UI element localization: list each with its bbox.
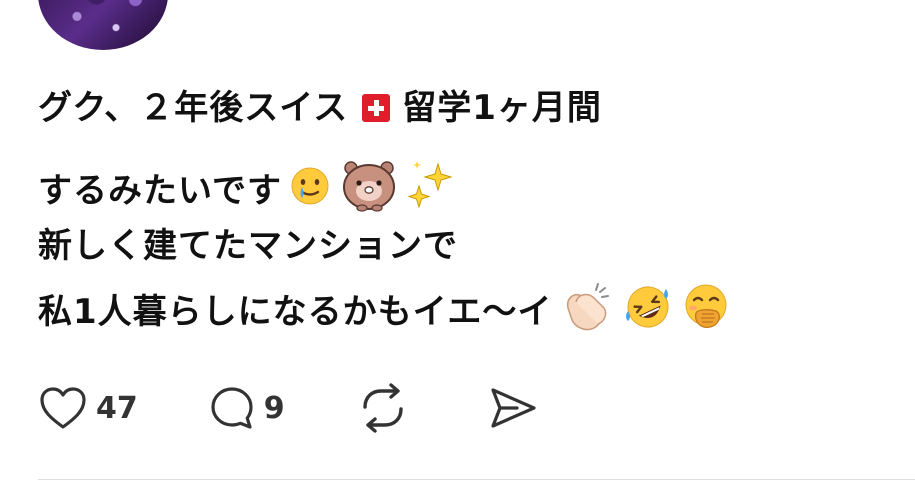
post-line-3-text: 新しく建てたマンションで [38, 225, 458, 266]
clapping-hands-emoji [558, 278, 616, 346]
post-line-1-text-after: 留学1ヶ月間 [402, 87, 602, 128]
post-line-1: グク、２年後スイス 留学1ヶ月間 [38, 82, 898, 134]
crying-smile-emoji [288, 164, 332, 218]
like-count: 47 [96, 390, 138, 426]
post-line-3: 新しく建てたマンションで [38, 224, 898, 268]
post-actions: 47 9 [38, 383, 609, 433]
like-button[interactable]: 47 [38, 385, 138, 431]
hamster-character-emoji [338, 157, 400, 225]
send-icon [487, 385, 539, 431]
reply-count: 9 [263, 390, 285, 426]
post-line-1-text-before: グク、２年後スイス [38, 87, 349, 128]
reply-button[interactable]: 9 [208, 384, 285, 432]
hand-over-mouth-emoji [680, 281, 732, 343]
swiss-flag-icon [362, 94, 391, 122]
post-line-4-text: 私1人暮らしになるかもイエ〜イ [38, 291, 553, 332]
comment-icon [208, 384, 256, 432]
share-button[interactable] [487, 385, 539, 431]
heart-icon [38, 385, 88, 431]
post-line-2: するみたいです [38, 161, 898, 214]
post-body: グク、２年後スイス 留学1ヶ月間 するみたいです 新しく建てたマンションで 私1… [38, 82, 898, 342]
post-line-4: 私1人暮らしになるかもイエ〜イ [38, 282, 898, 342]
rolling-laughing-emoji [622, 281, 674, 343]
repost-button[interactable] [357, 383, 409, 433]
sparkles-emoji [406, 158, 456, 224]
post-line-2-text: するみたいです [38, 170, 282, 211]
repost-icon [357, 383, 409, 433]
avatar[interactable] [38, 0, 168, 50]
post-divider [38, 479, 915, 480]
